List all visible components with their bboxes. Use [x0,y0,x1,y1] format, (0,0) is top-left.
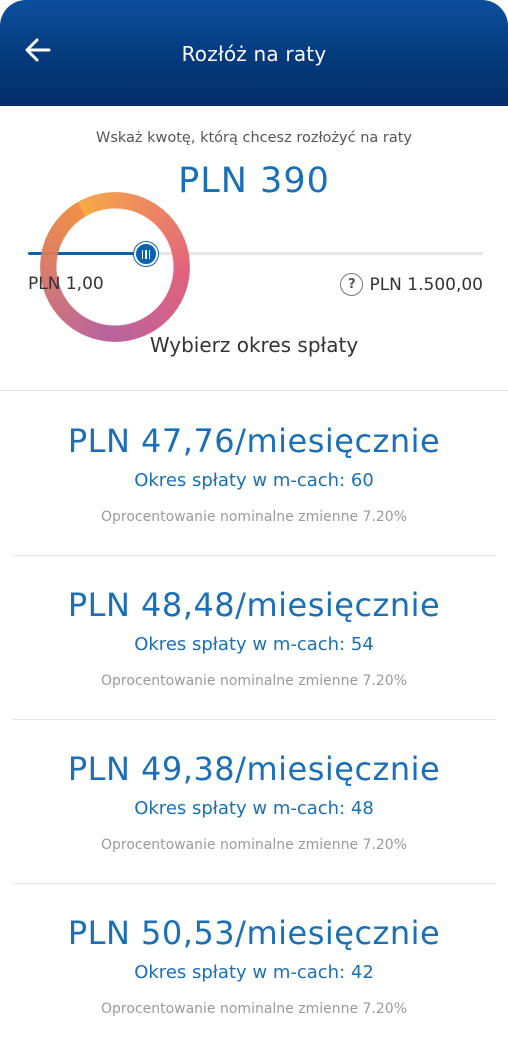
option-period: Okres spłaty w m-cach: 42 [134,962,374,983]
option-interest-rate: Oprocentowanie nominalne zmienne 7.20% [100,509,408,525]
option-interest-rate: Oprocentowanie nominalne zmienne 7.20% [100,1001,408,1017]
amount-slider[interactable] [28,236,483,272]
option-period: Okres spłaty w m-cach: 54 [134,634,374,655]
period-section-title: Wybierz okres spłaty [149,333,359,357]
selected-amount: PLN 390 [178,161,330,201]
divider [0,390,508,391]
option-period: Okres spłaty w m-cach: 60 [134,470,374,491]
option-monthly-amount: PLN 49,38/miesięcznie [67,750,441,788]
page-title: Rozłóż na raty [181,42,327,66]
installment-option[interactable]: PLN 49,38/miesięcznie Okres spłaty w m-c… [0,720,508,884]
option-interest-rate: Oprocentowanie nominalne zmienne 7.20% [100,837,408,853]
installment-option[interactable]: PLN 48,48/miesięcznie Okres spłaty w m-c… [0,556,508,720]
slider-min-label: PLN 1,00 [28,274,104,294]
question-circle-icon[interactable]: ? [340,273,364,296]
installment-option[interactable]: PLN 47,76/miesięcznie Okres spłaty w m-c… [0,392,508,556]
amount-prompt: Wskaż kwotę, którą chcesz rozłożyć na ra… [95,130,413,146]
slider-max: ? PLN 1.500,00 [340,273,483,296]
option-monthly-amount: PLN 50,53/miesięcznie [67,914,441,952]
option-monthly-amount: PLN 47,76/miesięcznie [67,422,441,460]
grip-icon [141,249,151,259]
app-header: Rozłóż na raty [0,0,508,106]
option-interest-rate: Oprocentowanie nominalne zmienne 7.20% [100,673,408,689]
installment-option[interactable]: PLN 50,53/miesięcznie Okres spłaty w m-c… [0,884,508,1048]
slider-thumb[interactable] [134,242,159,266]
option-monthly-amount: PLN 48,48/miesięcznie [67,586,441,624]
option-period: Okres spłaty w m-cach: 48 [134,798,374,819]
slider-fill [28,252,147,255]
slider-max-label: PLN 1.500,00 [369,274,483,295]
